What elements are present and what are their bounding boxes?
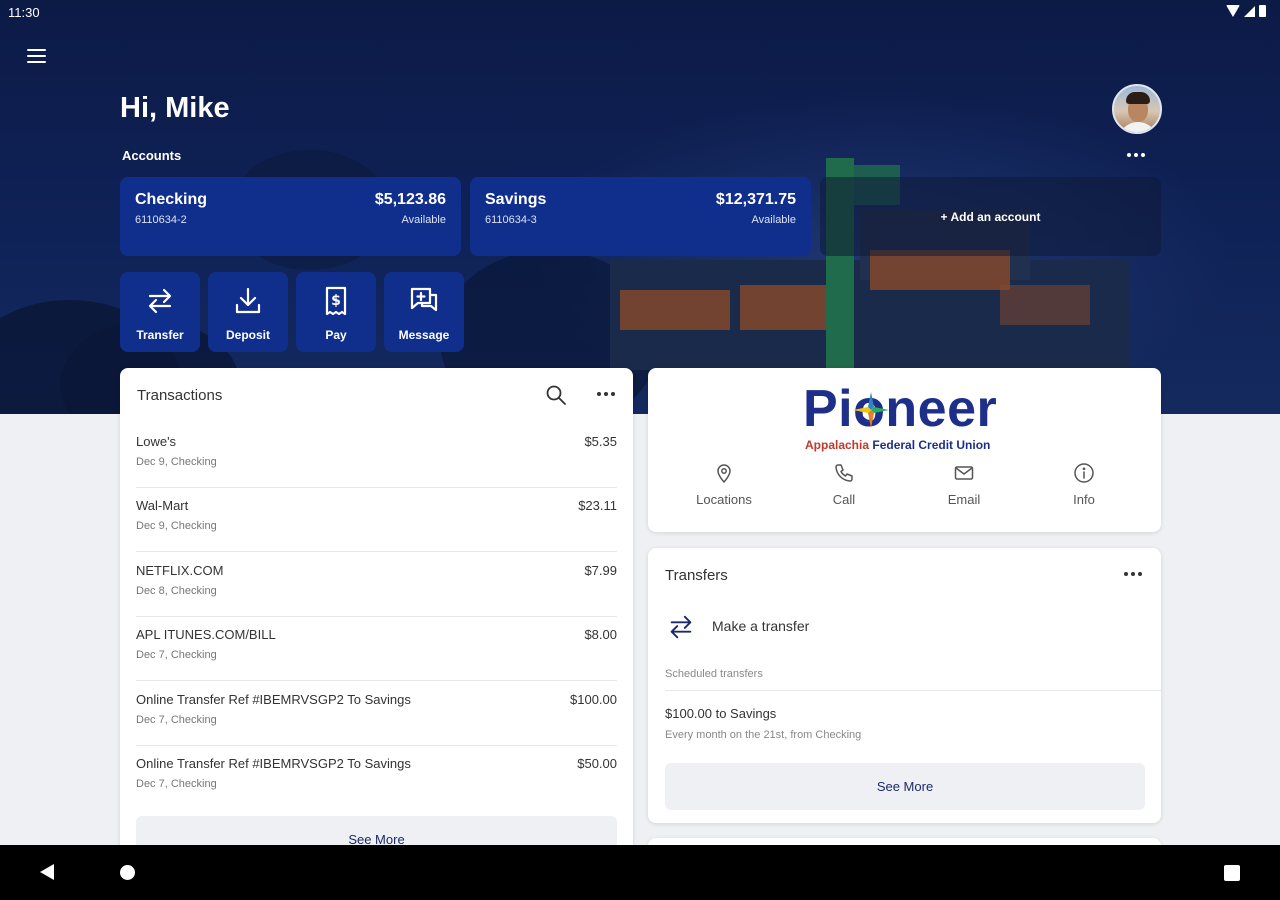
transaction-row[interactable]: NETFLIX.COM Dec 8, Checking $7.99 xyxy=(136,553,617,617)
menu-icon[interactable] xyxy=(27,48,46,64)
transaction-date: Dec 9, Checking xyxy=(136,456,217,468)
transfer-icon xyxy=(148,288,172,314)
transaction-amount: $5.35 xyxy=(584,434,617,449)
info-label: Info xyxy=(1073,492,1095,507)
brand-subtitle-accent: Appalachia xyxy=(805,438,870,452)
account-number: 6110634-3 xyxy=(485,214,537,226)
download-icon xyxy=(235,287,261,314)
deposit-label: Deposit xyxy=(225,328,270,342)
phone-icon xyxy=(835,464,853,482)
email-link[interactable]: Email xyxy=(914,462,1014,507)
transactions-card: Transactions Lowe's Dec 9, Checking $5.3… xyxy=(120,368,633,868)
transaction-row[interactable]: Wal-Mart Dec 9, Checking $23.11 xyxy=(136,488,617,552)
account-balance-label: Available xyxy=(751,214,796,226)
transfers-title: Transfers xyxy=(665,567,728,584)
message-button[interactable]: Message xyxy=(384,272,464,352)
transaction-description: NETFLIX.COM xyxy=(136,563,224,578)
message-icon xyxy=(410,287,438,312)
brand-name: Pioneer xyxy=(803,380,998,438)
deposit-button[interactable]: Deposit xyxy=(208,272,288,352)
pioneer-logo: Pioneer Appalachia Federal Credit Union xyxy=(803,380,1013,452)
email-label: Email xyxy=(947,492,981,507)
search-icon[interactable] xyxy=(545,384,567,406)
battery-icon xyxy=(1259,5,1266,17)
locations-label: Locations xyxy=(696,492,752,507)
home-icon[interactable] xyxy=(120,865,135,880)
transaction-date: Dec 8, Checking xyxy=(136,585,217,597)
transfer-label: Transfer xyxy=(136,328,184,342)
pay-button[interactable]: $ Pay xyxy=(296,272,376,352)
wifi-icon xyxy=(1226,5,1240,17)
transaction-row[interactable]: Online Transfer Ref #IBEMRVSGP2 To Savin… xyxy=(136,682,617,746)
transactions-more-icon[interactable] xyxy=(597,392,615,396)
locations-link[interactable]: Locations xyxy=(674,462,774,507)
divider xyxy=(665,690,1161,691)
svg-text:$: $ xyxy=(331,293,341,309)
transaction-amount: $100.00 xyxy=(570,692,617,707)
transaction-description: APL ITUNES.COM/BILL xyxy=(136,627,276,642)
transaction-row[interactable]: Lowe's Dec 9, Checking $5.35 xyxy=(136,424,617,488)
transaction-amount: $23.11 xyxy=(578,498,617,513)
call-link[interactable]: Call xyxy=(794,462,894,507)
transaction-amount: $50.00 xyxy=(577,756,617,771)
account-balance: $5,123.86 xyxy=(374,191,446,208)
account-name: Savings xyxy=(485,191,547,208)
transaction-description: Online Transfer Ref #IBEMRVSGP2 To Savin… xyxy=(136,756,411,771)
transfer-button[interactable]: Transfer xyxy=(120,272,200,352)
scheduled-transfer-detail: Every month on the 21st, from Checking xyxy=(665,729,862,741)
account-balance: $12,371.75 xyxy=(715,191,796,208)
transaction-date: Dec 7, Checking xyxy=(136,714,217,726)
compass-star-icon xyxy=(853,392,889,428)
brand-subtitle: Appalachia Federal Credit Union xyxy=(805,438,990,452)
status-time: 11:30 xyxy=(8,5,40,20)
scheduled-transfers-label: Scheduled transfers xyxy=(665,668,763,680)
system-nav-bar xyxy=(0,845,1280,900)
transaction-amount: $7.99 xyxy=(584,563,617,578)
status-bar: 11:30 xyxy=(0,0,1280,26)
transaction-date: Dec 7, Checking xyxy=(136,778,217,790)
transfers-card: Transfers Make a transfer Scheduled tran… xyxy=(648,548,1161,823)
message-label: Message xyxy=(398,328,450,342)
email-icon xyxy=(954,466,974,480)
brand-subtitle-rest: Federal Credit Union xyxy=(869,438,991,452)
transaction-row[interactable]: APL ITUNES.COM/BILL Dec 7, Checking $8.0… xyxy=(136,617,617,681)
status-icons xyxy=(1226,5,1266,17)
recents-icon[interactable] xyxy=(1224,865,1240,881)
account-balance-label: Available xyxy=(401,214,446,226)
transfer-icon xyxy=(670,615,692,639)
pay-label: Pay xyxy=(325,328,347,342)
info-link[interactable]: Info xyxy=(1034,462,1134,507)
account-number: 6110634-2 xyxy=(135,214,187,226)
account-card-savings[interactable]: Savings 6110634-3 $12,371.75 Available xyxy=(470,177,811,256)
transaction-description: Online Transfer Ref #IBEMRVSGP2 To Savin… xyxy=(136,692,411,707)
add-account-button[interactable]: + Add an account xyxy=(820,177,1161,256)
transaction-amount: $8.00 xyxy=(584,627,617,642)
transfers-see-more-button[interactable]: See More xyxy=(665,763,1145,810)
account-name: Checking xyxy=(135,191,208,208)
scheduled-transfer-item[interactable]: $100.00 to Savings Every month on the 21… xyxy=(665,706,861,741)
greeting: Hi, Mike xyxy=(120,92,230,124)
transfers-more-icon[interactable] xyxy=(1124,572,1142,576)
accounts-label: Accounts xyxy=(122,148,182,163)
transactions-title: Transactions xyxy=(137,387,223,404)
transaction-description: Wal-Mart xyxy=(136,498,189,513)
avatar[interactable] xyxy=(1112,84,1162,134)
account-card-checking[interactable]: Checking 6110634-2 $5,123.86 Available xyxy=(120,177,461,256)
transaction-date: Dec 9, Checking xyxy=(136,520,217,532)
scheduled-transfer-title: $100.00 to Savings xyxy=(665,706,777,721)
transaction-date: Dec 7, Checking xyxy=(136,649,217,661)
call-label: Call xyxy=(832,492,856,507)
signal-icon xyxy=(1244,5,1255,17)
accounts-more-icon[interactable] xyxy=(1127,153,1145,157)
transaction-description: Lowe's xyxy=(136,434,177,449)
info-icon xyxy=(1074,463,1094,483)
location-pin-icon xyxy=(717,464,731,484)
transaction-row[interactable]: Online Transfer Ref #IBEMRVSGP2 To Savin… xyxy=(136,746,617,810)
make-transfer-label: Make a transfer xyxy=(712,618,810,634)
credit-union-card: Pioneer Appalachia Federal Credit Union … xyxy=(648,368,1161,532)
bill-icon: $ xyxy=(325,286,347,316)
back-icon[interactable] xyxy=(40,864,54,880)
